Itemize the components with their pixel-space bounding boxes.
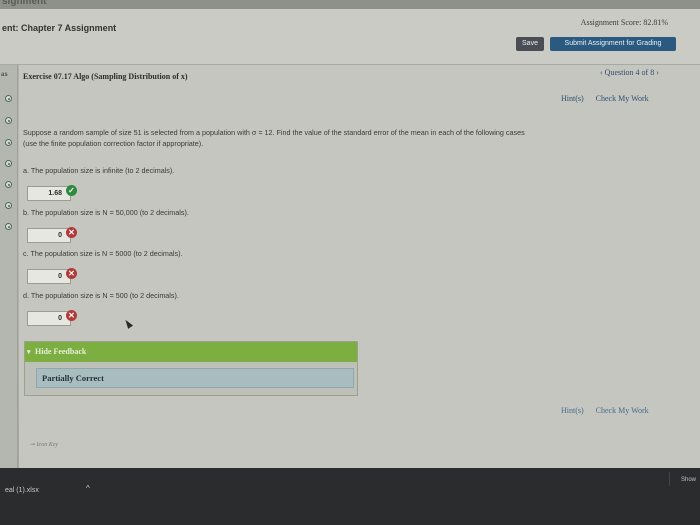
- download-item[interactable]: eal (1).xlsx: [5, 487, 39, 494]
- question-status-icon[interactable]: [5, 95, 12, 102]
- question-navigator[interactable]: ‹ Question 4 of 8 ›: [600, 68, 659, 77]
- hints-link[interactable]: Hint(s): [561, 406, 584, 415]
- show-all-button[interactable]: Show: [681, 477, 696, 483]
- hints-bar-top: Hint(s) Check My Work: [561, 94, 659, 103]
- part-c-answer-field[interactable]: 0: [27, 269, 71, 284]
- icon-key-link[interactable]: Icon Key: [30, 441, 59, 448]
- sidebar-label: as: [1, 72, 8, 78]
- x-icon: ✕: [66, 227, 77, 238]
- x-icon: ✕: [66, 268, 77, 279]
- x-icon: ✕: [66, 310, 77, 321]
- submit-assignment-button[interactable]: Submit Assignment for Grading: [550, 37, 676, 51]
- feedback-result: Partially Correct: [36, 368, 354, 388]
- part-c-label: c. The population size is N = 5000 (to 2…: [23, 249, 183, 258]
- hints-link[interactable]: Hint(s): [561, 94, 584, 103]
- exercise-title: Exercise 07.17 Algo (Sampling Distributi…: [23, 72, 188, 81]
- part-b-label: b. The population size is N = 50,000 (to…: [23, 208, 189, 217]
- part-d-answer-field[interactable]: 0: [27, 311, 71, 326]
- top-strip-text: signment: [2, 0, 47, 7]
- question-status-icon[interactable]: [5, 160, 12, 167]
- check-my-work-link[interactable]: Check My Work: [596, 406, 649, 415]
- assignment-header: ent: Chapter 7 Assignment Assignment Sco…: [0, 9, 700, 65]
- check-icon: ✓: [66, 185, 77, 196]
- mouse-cursor: [122, 318, 134, 329]
- question-status-icon[interactable]: [5, 181, 12, 188]
- feedback-panel: Hide Feedback Partially Correct: [24, 341, 358, 396]
- part-a-label: a. The population size is infinite (to 2…: [23, 166, 175, 175]
- question-status-icon[interactable]: [5, 202, 12, 209]
- part-d-label: d. The population size is N = 500 (to 2 …: [23, 291, 179, 300]
- check-my-work-link[interactable]: Check My Work: [596, 94, 649, 103]
- chevron-up-icon[interactable]: ^: [86, 484, 90, 493]
- top-strip: signment: [0, 0, 700, 9]
- part-a-answer-field[interactable]: 1.68: [27, 186, 71, 201]
- question-status-icon[interactable]: [5, 139, 12, 146]
- question-status-icon[interactable]: [5, 223, 12, 230]
- question-sidebar: as: [0, 65, 18, 468]
- part-b-answer-field[interactable]: 0: [27, 228, 71, 243]
- assignment-score: Assignment Score: 82.81%: [580, 18, 668, 27]
- download-bar: eal (1).xlsx ^ Show: [0, 468, 700, 525]
- hide-feedback-toggle[interactable]: Hide Feedback: [25, 342, 357, 362]
- question-line-2: (use the finite population correction fa…: [23, 139, 204, 148]
- question-line-1: Suppose a random sample of size 51 is se…: [23, 128, 525, 137]
- question-status-icon[interactable]: [5, 117, 12, 124]
- save-button[interactable]: Save: [516, 37, 544, 51]
- exercise-panel: Exercise 07.17 Algo (Sampling Distributi…: [19, 65, 700, 468]
- assignment-title: ent: Chapter 7 Assignment: [2, 23, 117, 33]
- question-text: Suppose a random sample of size 51 is se…: [23, 127, 683, 149]
- divider: [669, 472, 670, 486]
- hints-bar-bottom: Hint(s) Check My Work: [561, 406, 659, 415]
